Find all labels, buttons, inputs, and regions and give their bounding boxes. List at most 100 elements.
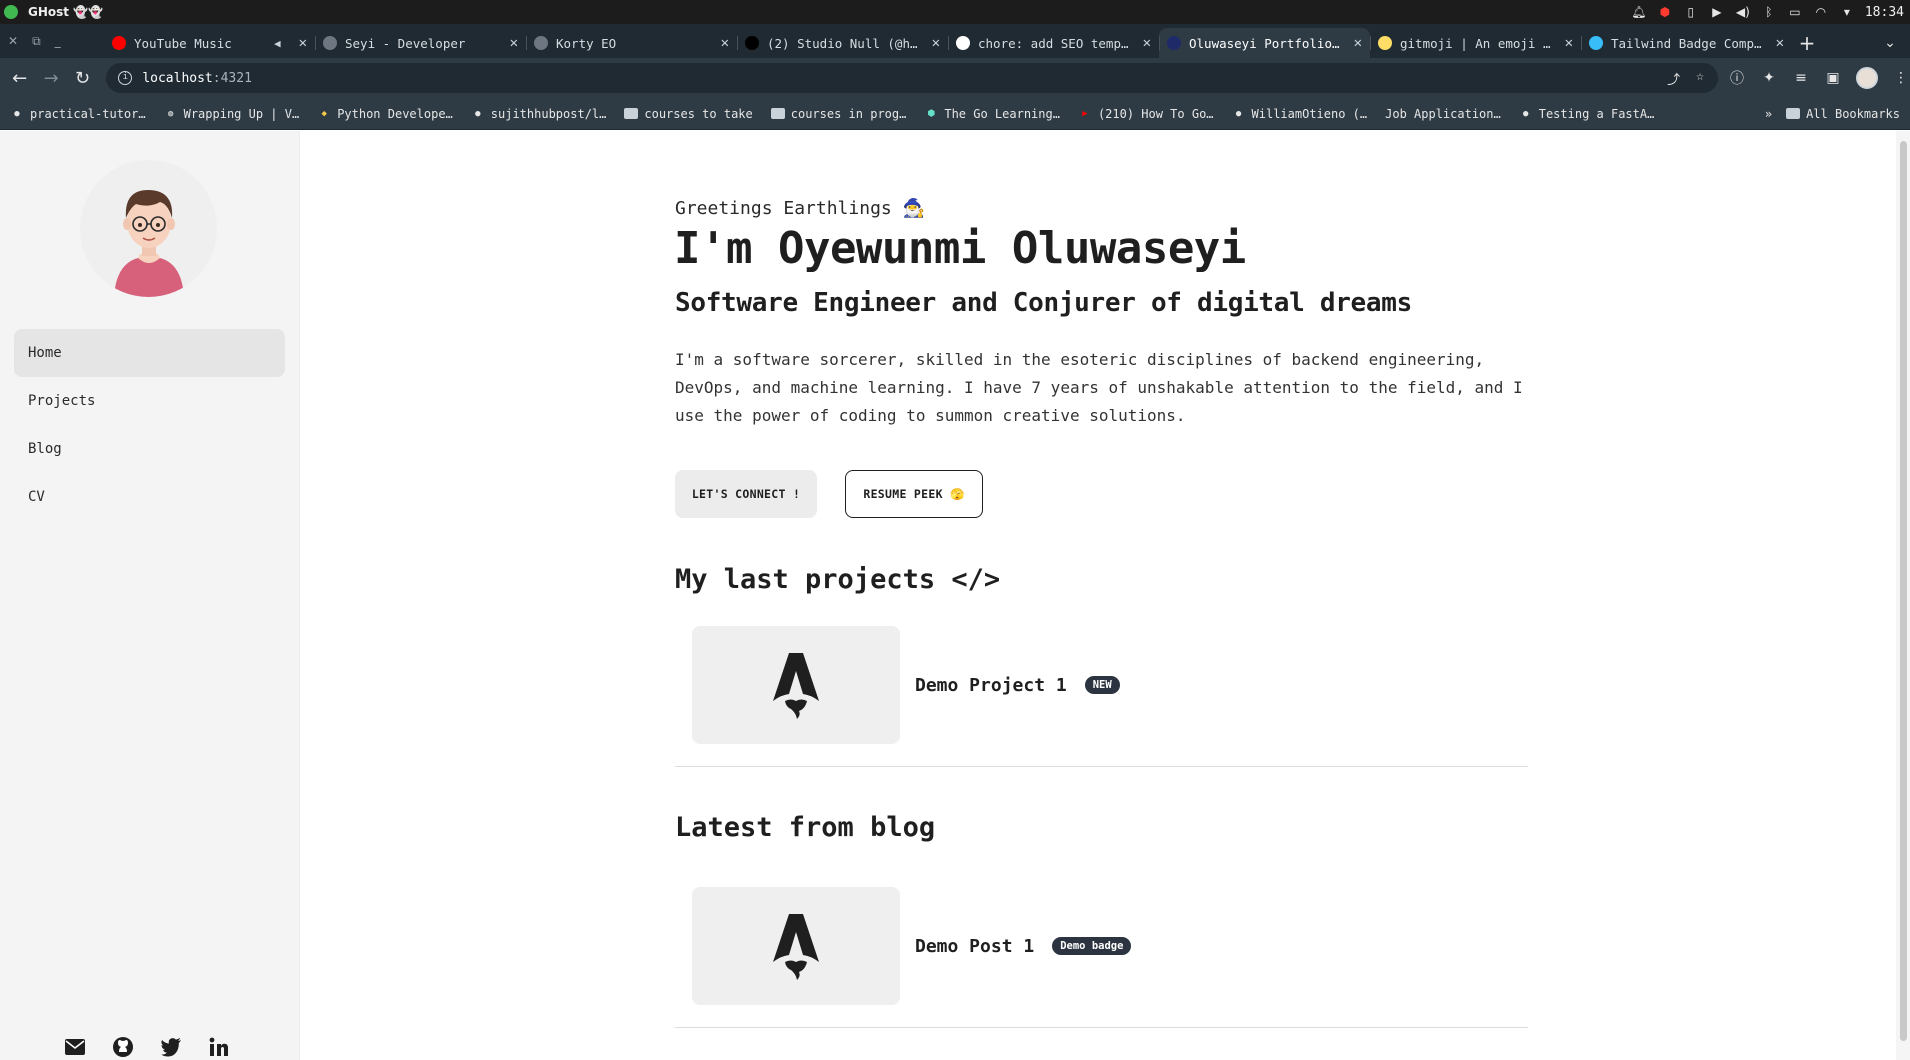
bookmark-item[interactable]: courses in prog… <box>770 106 907 121</box>
menu-kebab-icon[interactable]: ⋮ <box>1892 70 1910 86</box>
bookmark-item[interactable]: courses to take <box>624 106 753 121</box>
page-viewport: Home Projects Blog CV Greetings Earthlings … <box>0 131 1910 1060</box>
sidebar: Home Projects Blog CV <box>0 131 300 1060</box>
reading-list-icon[interactable]: ≡ <box>1792 70 1810 86</box>
project-title[interactable]: Demo Project 1 <box>915 675 1067 696</box>
browser-tab[interactable]: (2) Studio Null (@how ✕ <box>737 28 948 58</box>
bookmark-label: courses in prog… <box>790 106 907 121</box>
tab-close-icon[interactable]: ✕ <box>510 35 518 51</box>
sidebar-item-projects[interactable]: Projects <box>14 377 285 425</box>
blog-post-card[interactable]: Demo Post 1 Demo badge <box>692 887 1527 1005</box>
tab-close-icon[interactable]: ✕ <box>299 35 307 51</box>
bookmarks-overflow-chevron[interactable]: » <box>1765 107 1772 121</box>
scrollbar-thumb[interactable] <box>1900 141 1907 1041</box>
tab-close-icon[interactable]: ✕ <box>1565 35 1573 51</box>
divider <box>675 766 1528 767</box>
bookmark-item[interactable]: ⬢ The Go Learning… <box>924 107 1060 121</box>
tab-title: Seyi - Developer <box>345 35 466 51</box>
bookmark-label: sujithhubpost/l… <box>490 106 607 121</box>
back-button[interactable]: ← <box>4 62 35 94</box>
demo-badge: Demo badge <box>1052 937 1132 955</box>
tab-close-icon[interactable]: ✕ <box>1143 35 1151 51</box>
bookmark-item[interactable]: ● WilliamOtieno (… <box>1232 107 1367 121</box>
bookmark-item[interactable]: ● Testing a FastA… <box>1519 107 1654 121</box>
browser-tab[interactable]: YouTube Music ◀︎ ✕ <box>104 28 315 58</box>
bookmark-item[interactable]: ◍ Wrapping Up | V… <box>164 107 299 121</box>
restore-window-icon[interactable]: ⧉ <box>32 34 41 49</box>
bluetooth-icon[interactable]: ᛒ <box>1761 5 1777 19</box>
wifi-icon[interactable]: ◠ <box>1813 5 1829 19</box>
alert-icon[interactable]: ⬢ <box>1657 5 1673 19</box>
tab-close-icon[interactable]: ✕ <box>721 35 729 51</box>
chevron-down-icon[interactable]: ▾ <box>1839 5 1855 19</box>
linkedin-icon[interactable] <box>208 1036 230 1058</box>
tab-favicon-icon <box>745 36 759 50</box>
bookmark-label: practical-tutor… <box>30 106 146 121</box>
play-icon[interactable]: ▶ <box>1709 5 1725 19</box>
tab-title: YouTube Music <box>134 35 232 51</box>
sidebar-item-cv[interactable]: CV <box>14 473 285 521</box>
bookmark-star-icon[interactable]: ☆ <box>1696 69 1704 88</box>
browser-tab[interactable]: Oluwaseyi Portfolio | ✕ <box>1159 28 1370 58</box>
bell-icon[interactable]: 🔔︎ <box>1631 5 1647 19</box>
bookmark-item[interactable]: ● sujithhubpost/l… <box>471 106 607 121</box>
address-bar[interactable]: i localhost:4321 ⤴ ☆ <box>106 63 1718 93</box>
clock[interactable]: 18:34 <box>1865 5 1904 20</box>
extension-info-icon[interactable]: ⓘ <box>1728 68 1746 88</box>
tab-favicon-icon <box>112 36 126 50</box>
forward-button[interactable]: → <box>35 62 66 94</box>
bookmark-item[interactable]: Job Application… <box>1385 107 1501 121</box>
lets-connect-button[interactable]: LET'S CONNECT ! <box>675 470 817 518</box>
browser-tab[interactable]: gitmoji | An emoji gu ✕ <box>1370 28 1581 58</box>
browser-tab[interactable]: Tailwind Badge Compon ✕ <box>1581 28 1792 58</box>
side-panel-icon[interactable]: ▣ <box>1824 70 1842 86</box>
tab-audio-icon[interactable]: ◀︎ <box>274 37 281 50</box>
system-tray: 🔔︎ ⬢ ▯ ▶ ◀︎) ᛒ ▭ ◠ ▾ 18:34 <box>1631 5 1910 20</box>
python-icon: ◆ <box>321 108 327 119</box>
reload-button[interactable]: ↻ <box>67 62 98 94</box>
os-top-bar: GHost 👻👻 🔔︎ ⬢ ▯ ▶ ◀︎) ᛒ ▭ ◠ ▾ 18:34 <box>0 0 1910 24</box>
page-scrollbar[interactable] <box>1896 131 1910 1060</box>
share-icon[interactable]: ⤴ <box>1667 69 1680 88</box>
url-host: localhost <box>142 70 213 86</box>
project-card[interactable]: Demo Project 1 NEW <box>692 626 1527 744</box>
sidebar-item-blog[interactable]: Blog <box>14 425 285 473</box>
minimize-window-icon[interactable]: _ <box>55 34 61 48</box>
clipboard-icon[interactable]: ▯ <box>1683 5 1699 19</box>
close-window-icon[interactable]: ✕ <box>8 34 18 48</box>
bookmark-item[interactable]: ▶ (210) How To Go… <box>1078 107 1213 121</box>
browser-tab[interactable]: Seyi - Developer ✕ <box>315 28 526 58</box>
bookmarks-bar: ● practical-tutor… ◍ Wrapping Up | V… ◆ Pytho… <box>0 98 1910 130</box>
volume-icon[interactable]: ◀︎) <box>1735 5 1751 19</box>
tab-close-icon[interactable]: ✕ <box>1354 35 1362 51</box>
extensions-puzzle-icon[interactable]: ✦ <box>1760 70 1778 86</box>
profile-avatar[interactable] <box>1855 67 1878 89</box>
tab-close-icon[interactable]: ✕ <box>932 35 940 51</box>
bookmark-item[interactable]: ◆ Python Develope… <box>317 107 452 121</box>
sidebar-item-home[interactable]: Home <box>14 329 285 377</box>
blog-post-title[interactable]: Demo Post 1 <box>915 936 1034 957</box>
astro-logo-icon <box>773 653 819 719</box>
all-bookmarks-button[interactable]: All Bookmarks <box>1786 107 1900 121</box>
tab-title: Oluwaseyi Portfolio | <box>1189 35 1346 51</box>
bookmark-label: courses to take <box>644 106 753 121</box>
cartoon-avatar-image <box>80 160 217 297</box>
new-tab-button[interactable]: + <box>1792 28 1822 58</box>
blog-heading: Latest from blog <box>675 812 936 843</box>
alien-logo-icon[interactable] <box>4 5 18 19</box>
browser-tab[interactable]: Korty EO ✕ <box>526 28 737 58</box>
url-port: :4321 <box>212 70 252 86</box>
tab-search-chevron-icon[interactable]: ⌄ <box>1870 28 1910 58</box>
tab-title: Korty EO <box>556 35 617 51</box>
bookmark-item[interactable]: ● practical-tutor… <box>10 106 146 121</box>
github-icon[interactable] <box>112 1036 134 1058</box>
site-info-icon[interactable]: i <box>118 71 133 85</box>
mail-icon[interactable] <box>64 1036 86 1058</box>
tagline: Software Engineer and Conjurer of digita… <box>675 288 1412 318</box>
tab-close-icon[interactable]: ✕ <box>1776 35 1784 51</box>
divider <box>675 1027 1528 1028</box>
twitter-icon[interactable] <box>160 1036 182 1058</box>
resume-peek-button[interactable]: RESUME PEEK 🫣 <box>845 470 983 518</box>
browser-tab[interactable]: chore: add SEO templa ✕ <box>948 28 1159 58</box>
display-icon[interactable]: ▭ <box>1787 5 1803 19</box>
